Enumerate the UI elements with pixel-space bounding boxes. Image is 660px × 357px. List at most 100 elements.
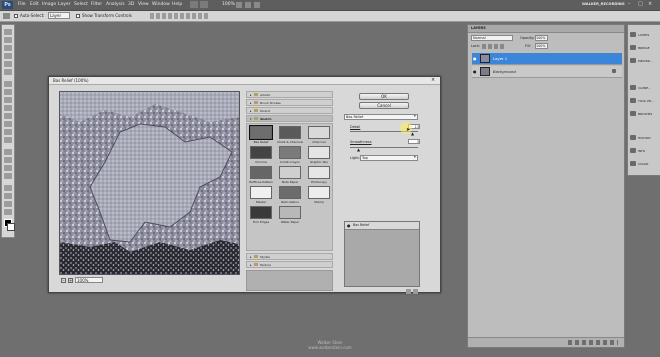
ok-button[interactable]: OK xyxy=(359,93,409,100)
pen-tool-icon[interactable] xyxy=(4,149,12,155)
quick-select-tool-icon[interactable] xyxy=(4,53,12,59)
menu-3d[interactable]: 3D xyxy=(128,2,134,7)
layer-action-icons[interactable] xyxy=(568,340,618,345)
eye-icon[interactable]: ● xyxy=(473,69,477,74)
shape-tool-icon[interactable] xyxy=(4,173,12,179)
menu-file[interactable]: File xyxy=(18,2,26,7)
mini-bridge-icon[interactable] xyxy=(200,1,208,8)
delete-effect-layer-icon[interactable] xyxy=(413,289,418,294)
smoothness-slider-track[interactable] xyxy=(350,147,418,148)
zoom-tool-icon[interactable] xyxy=(4,209,12,215)
dock-clone-source[interactable]: CLONE... xyxy=(630,83,659,93)
move-tool-icon[interactable] xyxy=(3,13,10,19)
eraser-tool-icon[interactable] xyxy=(4,113,12,119)
thumb-note-paper[interactable] xyxy=(279,166,301,179)
category-distort[interactable]: ▸ Distort xyxy=(246,107,333,114)
transform-checkbox[interactable] xyxy=(76,14,80,18)
thumb-conte-crayon[interactable] xyxy=(279,146,301,159)
eye-icon[interactable]: ● xyxy=(473,56,477,61)
hand-icon[interactable] xyxy=(236,2,242,8)
thumb-graphic-pen[interactable] xyxy=(308,146,330,159)
close-icon[interactable]: × xyxy=(648,1,652,7)
dock-tool-presets[interactable]: TOOL PR... xyxy=(630,96,659,106)
thumb-bas-relief[interactable] xyxy=(249,125,273,140)
detail-slider-thumb[interactable]: ▲ xyxy=(411,131,414,136)
crop-tool-icon[interactable] xyxy=(4,61,12,67)
menu-filter[interactable]: Filter xyxy=(91,2,102,7)
auto-select-dropdown[interactable]: Layer xyxy=(48,12,70,19)
blur-tool-icon[interactable] xyxy=(4,129,12,135)
dock-history[interactable]: HISTORY xyxy=(630,133,659,143)
menu-view[interactable]: View xyxy=(138,2,149,7)
path-selection-tool-icon[interactable] xyxy=(4,165,12,171)
type-tool-icon[interactable] xyxy=(4,157,12,163)
fill-field[interactable]: 100% xyxy=(535,43,548,49)
tab-layers[interactable]: LAYERS xyxy=(471,26,486,30)
brush-tool-icon[interactable] xyxy=(4,89,12,95)
dock-mini-bridge[interactable]: MINI BR... xyxy=(630,56,659,66)
filter-preview[interactable] xyxy=(59,91,240,275)
thumb-chalk-charcoal[interactable] xyxy=(279,126,301,139)
eyedropper-tool-icon[interactable] xyxy=(4,69,12,75)
effect-layer-row[interactable]: ● Bas Relief xyxy=(345,222,419,230)
menu-image[interactable]: Image xyxy=(42,2,56,7)
auto-select-checkbox[interactable] xyxy=(14,14,18,18)
hand-tool-icon[interactable] xyxy=(4,201,12,207)
dock-bridge[interactable]: BRIDGE xyxy=(630,43,659,53)
workspace-name[interactable]: WALKER_RECORDING xyxy=(582,2,625,6)
lock-icons[interactable] xyxy=(482,44,506,49)
opacity-field[interactable]: 100% xyxy=(535,35,548,41)
rotate-view-icon[interactable] xyxy=(245,2,251,8)
dialog-close-icon[interactable]: × xyxy=(431,77,435,83)
category-brush-strokes[interactable]: ▸ Brush Strokes xyxy=(246,99,333,106)
lasso-tool-icon[interactable] xyxy=(4,45,12,51)
dock-color[interactable]: COLOR xyxy=(630,159,659,169)
thumb-halftone-pattern[interactable] xyxy=(250,166,272,179)
healing-brush-tool-icon[interactable] xyxy=(4,81,12,87)
thumb-photocopy[interactable] xyxy=(308,166,330,179)
preview-zoom-select[interactable]: 100% xyxy=(75,277,103,283)
thumb-stamp[interactable] xyxy=(308,186,330,199)
move-tool-icon[interactable] xyxy=(4,29,12,35)
menu-layer[interactable]: Layer xyxy=(58,2,71,7)
new-effect-layer-icon[interactable] xyxy=(406,289,411,294)
light-select[interactable]: Top xyxy=(360,155,418,161)
eye-icon[interactable]: ● xyxy=(347,223,351,228)
zoom-level[interactable]: 100% xyxy=(222,2,235,7)
thumb-chrome[interactable] xyxy=(250,146,272,159)
thumb-torn-edges[interactable] xyxy=(250,206,272,219)
3d-rotate-tool-icon[interactable] xyxy=(4,185,12,191)
3d-orbit-tool-icon[interactable] xyxy=(4,193,12,199)
thumb-plaster[interactable] xyxy=(250,186,272,199)
arrange-documents-icon[interactable] xyxy=(254,2,260,8)
dock-layers[interactable]: LAYERS xyxy=(630,30,659,40)
marquee-tool-icon[interactable] xyxy=(4,37,12,43)
clone-stamp-tool-icon[interactable] xyxy=(4,97,12,103)
category-texture[interactable]: ▸ Texture xyxy=(246,261,333,268)
layer-row-background[interactable]: ● Background xyxy=(472,66,622,78)
dodge-tool-icon[interactable] xyxy=(4,137,12,143)
menu-analysis[interactable]: Analysis xyxy=(106,2,125,7)
zoom-in-icon[interactable]: + xyxy=(68,278,73,283)
blend-mode-select[interactable]: Normal xyxy=(471,35,513,41)
maximize-icon[interactable]: □ xyxy=(638,1,643,7)
thumb-reticulation[interactable] xyxy=(279,186,301,199)
dock-brushes[interactable]: BRUSHES xyxy=(630,109,659,119)
align-buttons[interactable] xyxy=(150,13,210,19)
dock-info[interactable]: INFO xyxy=(630,146,659,156)
minimize-icon[interactable]: – xyxy=(628,1,631,7)
menu-edit[interactable]: Edit xyxy=(30,2,39,7)
gradient-tool-icon[interactable] xyxy=(4,121,12,127)
category-artistic[interactable]: ▸ Artistic xyxy=(246,91,333,98)
category-sketch[interactable]: ▾ Sketch xyxy=(246,115,333,122)
menu-select[interactable]: Select xyxy=(74,2,88,7)
smoothness-slider-thumb[interactable]: ▲ xyxy=(357,147,360,152)
zoom-out-icon[interactable]: – xyxy=(61,278,66,283)
thumb-water-paper[interactable] xyxy=(279,206,301,219)
history-brush-tool-icon[interactable] xyxy=(4,105,12,111)
thumb-charcoal[interactable] xyxy=(308,126,330,139)
layer-row-layer-1[interactable]: ● Layer 1 xyxy=(472,53,622,65)
cancel-button[interactable]: Cancel xyxy=(359,102,409,109)
menu-help[interactable]: Help xyxy=(172,2,182,7)
smoothness-value-field[interactable]: 3 xyxy=(408,139,420,144)
